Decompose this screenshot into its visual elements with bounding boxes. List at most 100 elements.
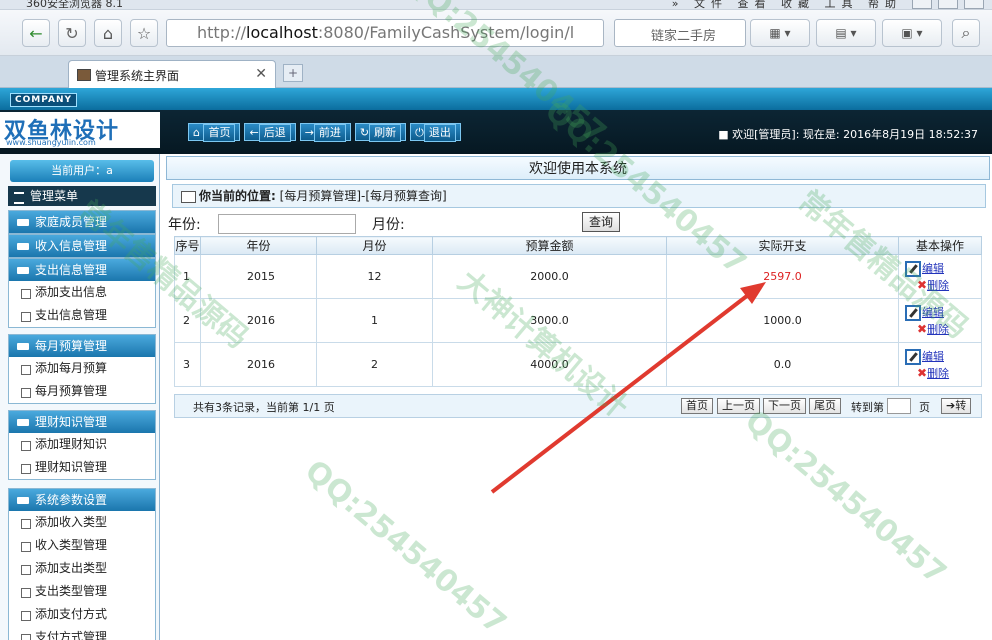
- app-header: COMPANY 双鱼林设计 www.shuangyulin.com ⌂ 首页 ←…: [0, 88, 992, 154]
- forward-button[interactable]: → 前进: [299, 123, 351, 142]
- table-row: 2 2016 1 3000.0 1000.0 编辑 ✖删除: [174, 298, 982, 343]
- cell-actions: 编辑 ✖删除: [898, 298, 982, 343]
- delete-link[interactable]: 删除: [927, 367, 949, 380]
- cell-actual: 0.0: [666, 342, 899, 387]
- cell-no: 1: [174, 254, 201, 299]
- home-button[interactable]: ⌂ 首页: [188, 123, 241, 142]
- main-content: 欢迎使用本系统 你当前的位置: [每月预算管理]-[每月预算查询] 年份: 月份…: [160, 154, 992, 640]
- minimize-button[interactable]: [912, 0, 932, 9]
- year-label: 年份:: [168, 217, 201, 233]
- manage-menu-title: 管理菜单: [8, 186, 156, 206]
- cell-year: 2015: [200, 254, 317, 299]
- close-tab-icon[interactable]: ✕: [255, 66, 267, 82]
- sidebar-section-knowledge: 理财知识管理 添加理财知识 理财知识管理: [8, 410, 156, 480]
- edit-icon[interactable]: [905, 305, 921, 321]
- top-nav: ⌂ 首页 ← 后退 → 前进 ↻ 刷新 ⏻ 退出: [188, 123, 461, 142]
- logo: 双鱼林设计 www.shuangyulin.com: [0, 112, 160, 148]
- new-tab-button[interactable]: +: [283, 64, 303, 82]
- edit-link[interactable]: 编辑: [922, 262, 944, 275]
- goto-label: 转到第: [851, 401, 884, 414]
- delete-link[interactable]: 删除: [927, 323, 949, 336]
- company-badge: COMPANY: [10, 93, 77, 107]
- back-button[interactable]: ← 后退: [244, 123, 296, 142]
- sidebar-item-manage-income-type[interactable]: 收入类型管理: [9, 534, 155, 557]
- cell-no: 3: [174, 342, 201, 387]
- star-icon[interactable]: ☆: [130, 19, 158, 47]
- refresh-button[interactable]: ↻ 刷新: [354, 123, 407, 142]
- toolbar-games-icon[interactable]: ▣ ▾: [882, 19, 942, 47]
- pager-info: 共有3条记录，当前第 1/1 页: [193, 401, 335, 414]
- browser-titlebar: 360安全浏览器 8.1 » 文件 查看 收藏 工具 帮助: [0, 0, 992, 10]
- first-page-button[interactable]: 首页: [681, 398, 713, 414]
- sidebar-item-manage-payment[interactable]: 支付方式管理: [9, 626, 155, 640]
- edit-icon[interactable]: [905, 261, 921, 277]
- query-button[interactable]: 查询: [582, 212, 620, 232]
- delete-icon[interactable]: ✖: [917, 322, 927, 336]
- sidebar-item-add-knowledge[interactable]: 添加理财知识: [9, 433, 155, 456]
- url-host: localhost: [246, 23, 318, 42]
- last-page-button[interactable]: 尾页: [809, 398, 841, 414]
- sidebar-item-add-budget[interactable]: 添加每月预算: [9, 357, 155, 380]
- delete-icon[interactable]: ✖: [917, 366, 927, 380]
- cell-budget: 4000.0: [432, 342, 667, 387]
- col-no: 序号: [174, 236, 201, 255]
- table-header-row: 序号 年份 月份 预算金额 实际开支 基本操作: [174, 236, 982, 255]
- home-icon[interactable]: ⌂: [94, 19, 122, 47]
- sidebar-head-knowledge[interactable]: 理财知识管理: [9, 411, 155, 433]
- sidebar-head-income[interactable]: 收入信息管理: [9, 235, 155, 257]
- sidebar-item-manage-budget[interactable]: 每月预算管理: [9, 380, 155, 403]
- close-window-button[interactable]: [964, 0, 984, 9]
- delete-link[interactable]: 删除: [927, 279, 949, 292]
- cell-actual: 1000.0: [666, 298, 899, 343]
- sidebar-item-add-income-type[interactable]: 添加收入类型: [9, 511, 155, 534]
- toolbar-translate-icon[interactable]: ▤ ▾: [816, 19, 876, 47]
- tab-main[interactable]: 管理系统主界面 ✕: [68, 60, 276, 88]
- edit-icon[interactable]: [905, 349, 921, 365]
- page-label: 页: [919, 401, 930, 414]
- cell-actions: 编辑 ✖删除: [898, 254, 982, 299]
- welcome-status: ■ 欢迎[管理员]: 现在是: 2016年8月19日 18:52:37: [718, 128, 978, 141]
- sidebar-item-add-expense[interactable]: 添加支出信息: [9, 281, 155, 304]
- sidebar-head-expense[interactable]: 支出信息管理: [9, 259, 155, 281]
- cell-no: 2: [174, 298, 201, 343]
- sidebar-item-add-expense-type[interactable]: 添加支出类型: [9, 557, 155, 580]
- logout-button[interactable]: ⏻ 退出: [410, 123, 461, 142]
- sidebar: 当前用户：a 管理菜单 家庭成员管理 收入信息管理 支出信息管理 添加支出信息 …: [0, 154, 160, 640]
- prev-page-button[interactable]: 上一页: [717, 398, 760, 414]
- address-bar[interactable]: http://localhost:8080/FamilyCashSystem/l…: [166, 19, 604, 47]
- cell-budget: 2000.0: [432, 254, 667, 299]
- cell-actual-over: 2597.0: [666, 254, 899, 299]
- sidebar-head-budget[interactable]: 每月预算管理: [9, 335, 155, 357]
- breadcrumb: 你当前的位置: [每月预算管理]-[每月预算查询]: [172, 184, 986, 208]
- favicon-icon: [77, 69, 91, 81]
- url-prefix: http://: [197, 23, 247, 42]
- cell-month: 1: [316, 298, 433, 343]
- next-page-button[interactable]: 下一页: [763, 398, 806, 414]
- browser-search-box[interactable]: 链家二手房: [614, 19, 746, 47]
- sidebar-item-manage-expense[interactable]: 支出信息管理: [9, 304, 155, 327]
- sidebar-section-income: 收入信息管理: [8, 234, 156, 258]
- browser-tabbar: 管理系统主界面 ✕ +: [0, 56, 992, 88]
- sidebar-head-settings[interactable]: 系统参数设置: [9, 489, 155, 511]
- current-user: 当前用户：a: [10, 160, 154, 182]
- sidebar-item-add-payment[interactable]: 添加支付方式: [9, 603, 155, 626]
- delete-icon[interactable]: ✖: [917, 278, 927, 292]
- refresh-icon[interactable]: ↻: [58, 19, 86, 47]
- maximize-button[interactable]: [938, 0, 958, 9]
- sidebar-item-manage-expense-type[interactable]: 支出类型管理: [9, 580, 155, 603]
- cell-year: 2016: [200, 298, 317, 343]
- goto-button[interactable]: ➔转: [941, 398, 972, 414]
- back-arrow-icon[interactable]: ←: [22, 19, 50, 47]
- sidebar-head-family[interactable]: 家庭成员管理: [9, 211, 155, 233]
- cell-month: 12: [316, 254, 433, 299]
- welcome-title: 欢迎使用本系统: [166, 156, 990, 180]
- toolbar-extensions-icon[interactable]: ▦ ▾: [750, 19, 810, 47]
- edit-link[interactable]: 编辑: [922, 350, 944, 363]
- edit-link[interactable]: 编辑: [922, 306, 944, 319]
- pager: 共有3条记录，当前第 1/1 页 首页 上一页 下一页 尾页 转到第 页 ➔转: [174, 394, 982, 418]
- year-input[interactable]: [218, 214, 356, 234]
- magnifier-icon[interactable]: ⌕: [952, 19, 980, 47]
- sidebar-item-manage-knowledge[interactable]: 理财知识管理: [9, 456, 155, 479]
- col-year: 年份: [200, 236, 317, 255]
- goto-page-input[interactable]: [887, 398, 911, 414]
